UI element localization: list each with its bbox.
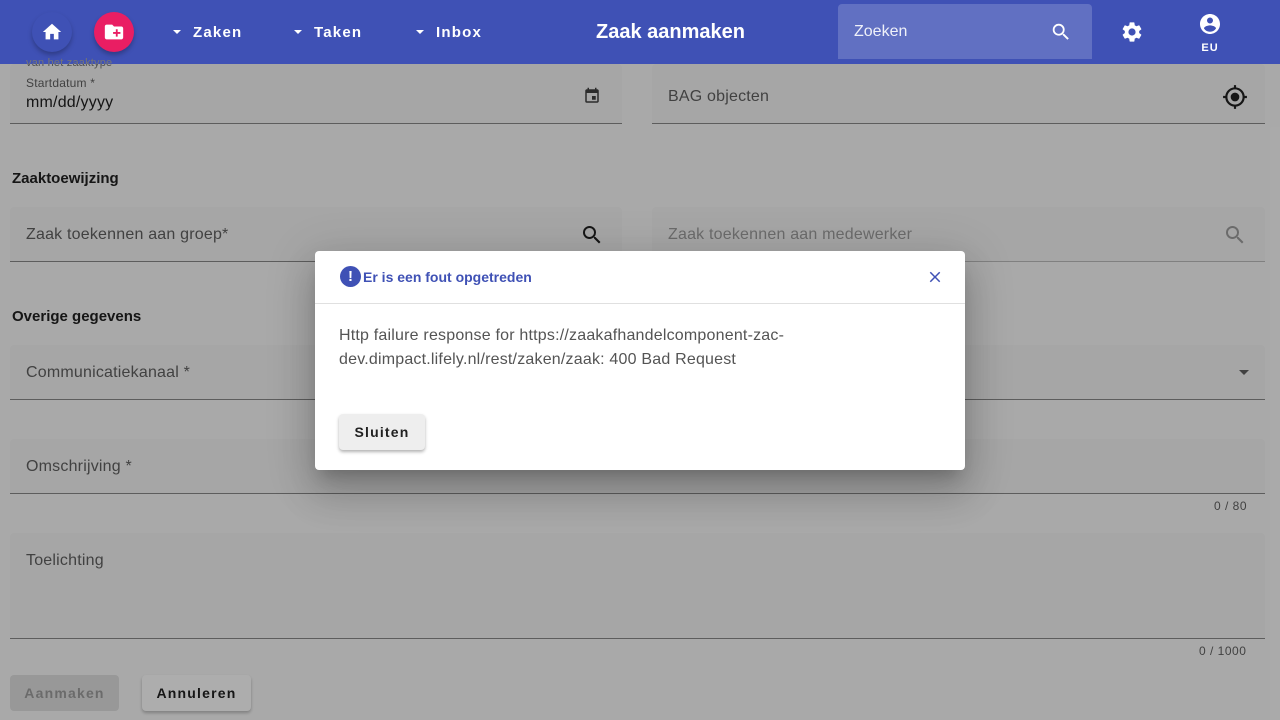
menu-zaken-label: Zaken bbox=[193, 23, 243, 41]
menu-taken-label: Taken bbox=[314, 23, 363, 41]
dialog-close-button[interactable]: Sluiten bbox=[339, 414, 425, 450]
dropdown-caret-icon bbox=[173, 30, 181, 34]
menu-inbox-label: Inbox bbox=[436, 23, 482, 41]
search-icon[interactable] bbox=[1050, 21, 1072, 43]
error-alert-icon: ! bbox=[340, 266, 361, 287]
menu-taken[interactable]: Taken bbox=[294, 0, 362, 64]
search-field[interactable] bbox=[838, 4, 1092, 59]
gear-icon[interactable] bbox=[1120, 20, 1144, 44]
dialog-title: Er is een fout opgetreden bbox=[363, 269, 532, 285]
home-button[interactable] bbox=[32, 12, 72, 52]
account-initials: EU bbox=[1201, 42, 1219, 54]
account-menu[interactable]: EU bbox=[1196, 12, 1224, 54]
create-case-button[interactable] bbox=[94, 12, 134, 52]
home-icon bbox=[42, 23, 62, 40]
folder-add-icon bbox=[104, 24, 124, 40]
menu-inbox[interactable]: Inbox bbox=[416, 0, 482, 64]
search-input[interactable] bbox=[854, 4, 1044, 59]
dialog-message: Http failure response for https://zaakaf… bbox=[339, 324, 939, 372]
menu-zaken[interactable]: Zaken bbox=[173, 0, 242, 64]
page-title: Zaak aanmaken bbox=[596, 21, 745, 43]
dialog-header: ! Er is een fout opgetreden bbox=[315, 251, 965, 304]
dropdown-caret-icon bbox=[294, 30, 302, 34]
dropdown-caret-icon bbox=[416, 30, 424, 34]
account-circle-icon bbox=[1200, 14, 1220, 34]
dialog-message-line: Http failure response for https://zaakaf… bbox=[339, 327, 785, 344]
top-toolbar: Zaken Taken Inbox Zaak aanmaken EU bbox=[0, 0, 1280, 64]
close-icon[interactable] bbox=[926, 268, 944, 286]
dialog-message-line: dev.dimpact.lifely.nl/rest/zaken/zaak: 4… bbox=[339, 351, 737, 368]
